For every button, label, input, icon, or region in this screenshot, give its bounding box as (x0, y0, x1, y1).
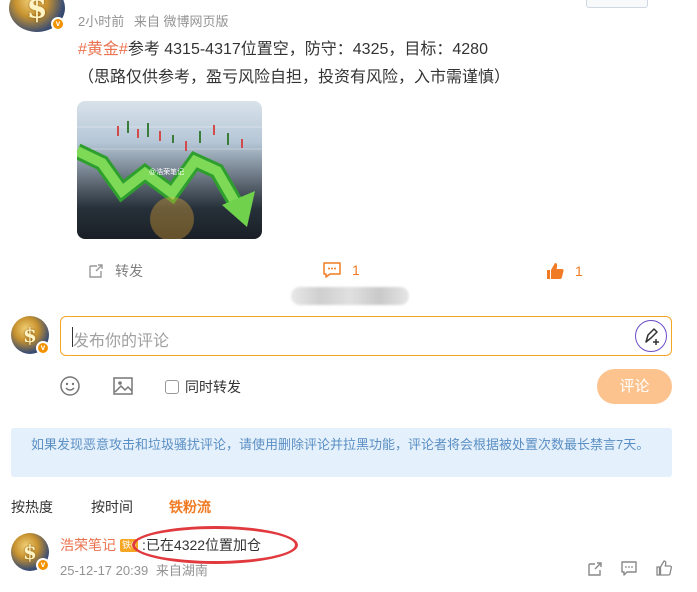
commenter-username[interactable]: 浩荣笔记 (60, 535, 116, 555)
reply-icon (621, 561, 637, 576)
post-time: 2小时前 (78, 14, 125, 29)
emoji-button[interactable] (59, 375, 81, 397)
repost-label: 转发 (115, 263, 143, 279)
follow-button[interactable] (586, 0, 648, 8)
emoji-icon (60, 376, 80, 396)
post-text-line1: 参考 4315-4317位置空，防守：4325，目标：4280 (127, 41, 488, 58)
image-button[interactable] (112, 375, 134, 397)
share-icon (588, 562, 602, 576)
hashtag-link[interactable]: #黄金# (78, 41, 128, 58)
red-circle-annotation (132, 526, 298, 564)
post-text-line2: （思路仅供参考，盈亏风险自担，投资有风险，入市需谨慎） (78, 69, 511, 86)
tab-sort-time[interactable]: 按时间 (91, 497, 133, 517)
comment-time: 25-12-17 20:39 (60, 563, 149, 578)
moderation-notice: 如果发现恶意攻击和垃圾骚扰评论，请使用删除评论并拉黑功能，评论者将会根据被处置次… (11, 428, 672, 477)
thumbnail-watermark: @浩荣笔记 (149, 169, 185, 176)
comment-count: 1 (352, 262, 360, 278)
submit-comment-button[interactable]: 评论 (597, 369, 672, 404)
repost-icon (89, 264, 103, 278)
repost-action[interactable]: 转发 (87, 261, 143, 281)
comment-share-button[interactable] (586, 560, 604, 583)
ai-write-button[interactable] (635, 320, 667, 352)
post-body: #黄金#参考 4315-4317位置空，防守：4325，目标：4280 (78, 36, 488, 64)
comment-reply-button[interactable] (620, 560, 638, 583)
post-source[interactable]: 来自 微博网页版 (134, 14, 229, 29)
repost-checkbox-row[interactable]: 同时转发 (165, 377, 241, 397)
repost-checkbox[interactable] (165, 380, 179, 394)
like-action[interactable]: 1 (545, 261, 583, 281)
comment-placeholder: 发布你的评论 (73, 333, 170, 350)
verified-badge-icon: v (51, 17, 65, 31)
my-verified-badge-icon: v (36, 341, 50, 355)
redacted-overlay (291, 287, 409, 305)
pen-icon (645, 328, 659, 345)
repost-checkbox-label: 同时转发 (185, 379, 241, 395)
comment-location: 来自湖南 (155, 563, 208, 578)
commenter-verified-badge-icon: v (36, 558, 50, 572)
like-count: 1 (575, 263, 583, 279)
image-icon (113, 377, 133, 395)
tab-sort-fans[interactable]: 铁粉流 (169, 497, 211, 517)
comment-icon (323, 262, 341, 278)
comment-input[interactable]: 发布你的评论 (60, 316, 672, 356)
thumb-up-icon (656, 560, 673, 576)
like-icon (547, 263, 564, 279)
comment-action[interactable]: 1 (322, 261, 360, 279)
post-image-thumbnail[interactable]: @浩荣笔记 (77, 101, 262, 239)
tab-sort-hot[interactable]: 按热度 (11, 497, 53, 517)
comment-like-button[interactable] (655, 559, 673, 582)
